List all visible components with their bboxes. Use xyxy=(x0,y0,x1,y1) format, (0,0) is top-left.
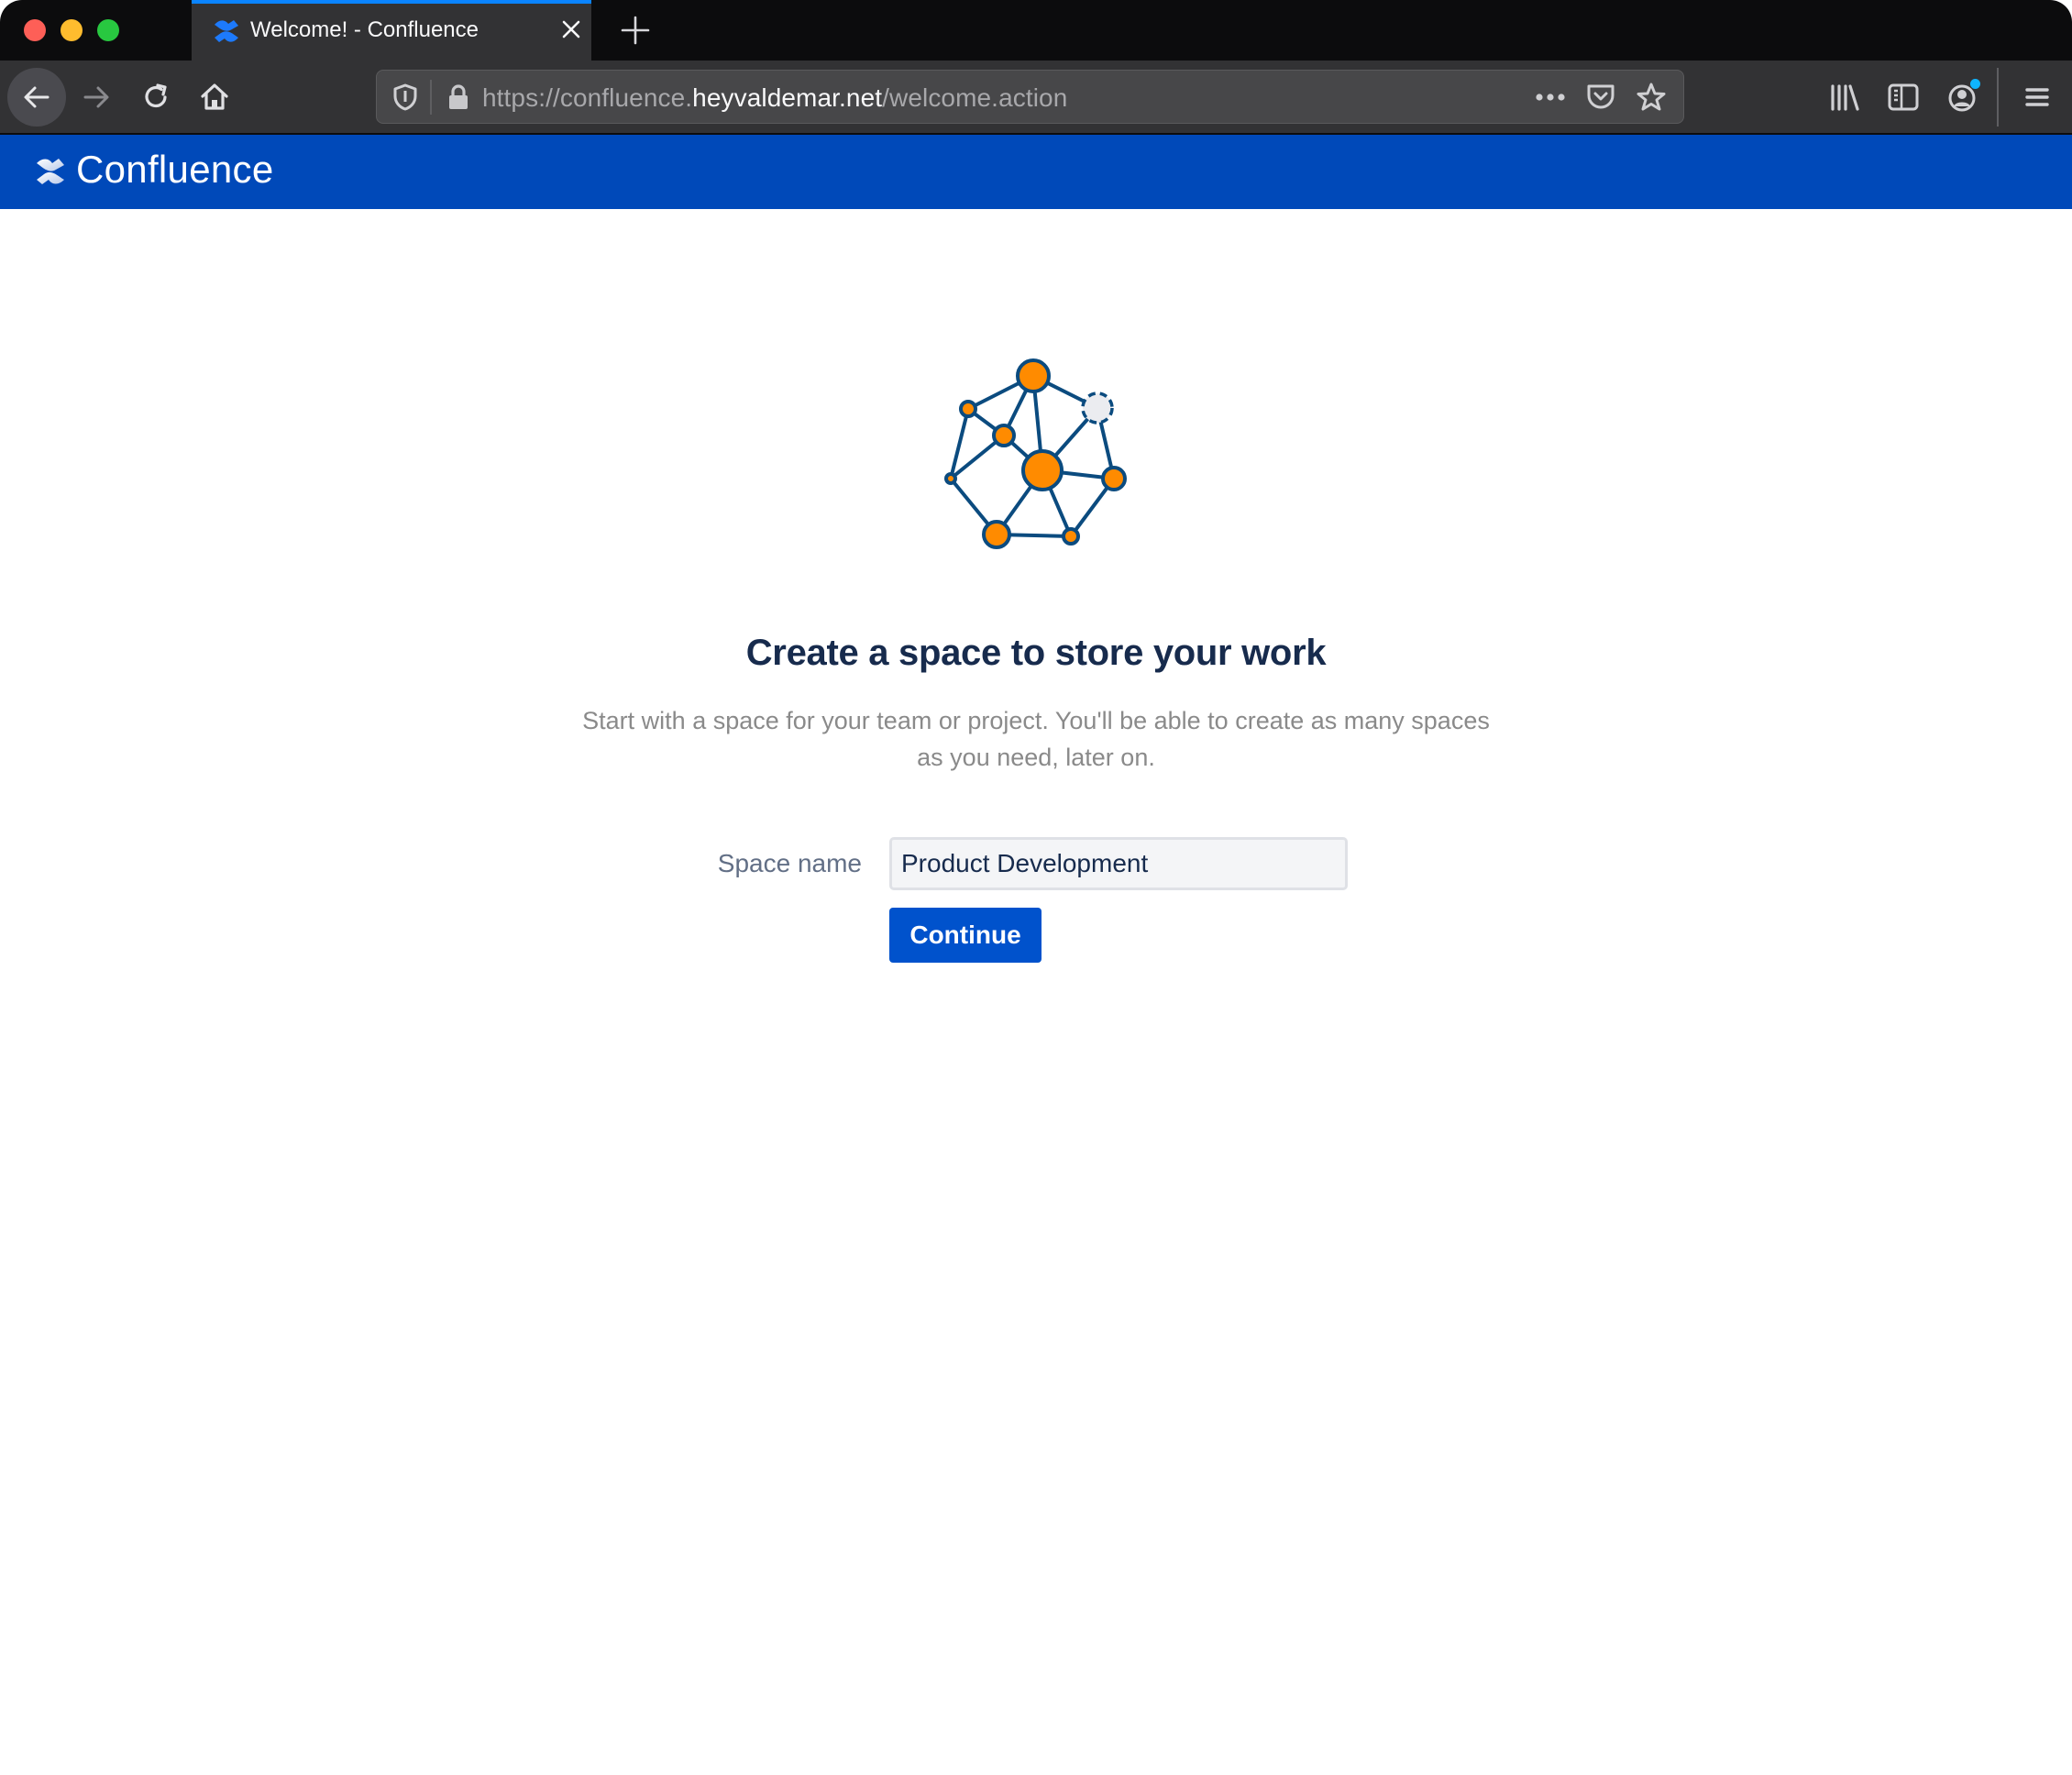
tab-title: Welcome! - Confluence xyxy=(250,17,479,42)
menu-icon xyxy=(2025,88,2049,106)
sidebar-button[interactable] xyxy=(1883,77,1923,117)
home-icon xyxy=(201,83,228,110)
network-node xyxy=(992,424,1016,447)
network-nodes-illustration xyxy=(944,358,1127,549)
home-button[interactable] xyxy=(194,77,235,117)
shield-icon[interactable] xyxy=(391,83,419,112)
placeholder-node xyxy=(1081,391,1114,424)
reload-icon xyxy=(145,83,167,108)
new-tab-icon[interactable] xyxy=(620,15,651,46)
url-text[interactable]: https://confluence.heyvaldemar.net/welco… xyxy=(482,83,1067,113)
space-name-label: Space name xyxy=(717,849,862,877)
library-button[interactable] xyxy=(1824,77,1865,117)
network-node xyxy=(944,472,957,485)
more-icon[interactable] xyxy=(1534,87,1567,107)
url-separator xyxy=(430,80,432,115)
toolbar-separator xyxy=(1997,68,1999,127)
url-path: /welcome.action xyxy=(882,83,1068,112)
app-header: Confluence xyxy=(0,135,2072,209)
back-icon xyxy=(24,86,50,108)
lock-icon[interactable] xyxy=(446,83,470,112)
confluence-logo-icon[interactable] xyxy=(35,156,66,187)
bookmark-star-icon[interactable] xyxy=(1635,81,1668,114)
browser-toolbar: https://confluence.heyvaldemar.net/welco… xyxy=(0,61,2072,135)
space-name-input[interactable] xyxy=(889,837,1348,890)
pocket-icon[interactable] xyxy=(1585,82,1616,113)
browser-tab-strip: Welcome! - Confluence xyxy=(0,0,2072,61)
network-node xyxy=(982,520,1011,549)
url-bar[interactable]: https://confluence.heyvaldemar.net/welco… xyxy=(376,70,1684,124)
page-heading: Create a space to store your work xyxy=(745,633,1327,673)
active-tab-indicator xyxy=(192,0,591,4)
page-description: Start with a space for your team or proj… xyxy=(582,707,1490,771)
network-node xyxy=(1021,449,1064,491)
browser-tab-active[interactable]: Welcome! - Confluence xyxy=(192,0,591,61)
network-node xyxy=(1016,358,1051,393)
network-node xyxy=(1101,466,1127,491)
window-zoom-button[interactable] xyxy=(97,19,119,41)
forward-icon xyxy=(83,86,109,108)
url-host: heyvaldemar.net xyxy=(692,83,883,112)
back-button[interactable] xyxy=(7,68,66,127)
forward-button[interactable] xyxy=(77,77,117,117)
sidebar-icon xyxy=(1888,83,1919,111)
notification-dot xyxy=(1970,79,1980,89)
window-minimize-button[interactable] xyxy=(61,19,83,41)
continue-button[interactable]: Continue xyxy=(889,908,1042,963)
account-button[interactable] xyxy=(1942,77,1982,117)
confluence-logo-icon xyxy=(215,20,238,42)
url-prefix: https://confluence. xyxy=(482,83,693,112)
close-tab-icon[interactable] xyxy=(558,17,584,42)
window-close-button[interactable] xyxy=(24,19,46,41)
library-icon xyxy=(1831,84,1859,111)
menu-button[interactable] xyxy=(2017,77,2057,117)
app-name[interactable]: Confluence xyxy=(76,148,273,192)
network-node xyxy=(959,400,977,418)
network-node xyxy=(1062,527,1080,546)
reload-button[interactable] xyxy=(136,77,176,117)
